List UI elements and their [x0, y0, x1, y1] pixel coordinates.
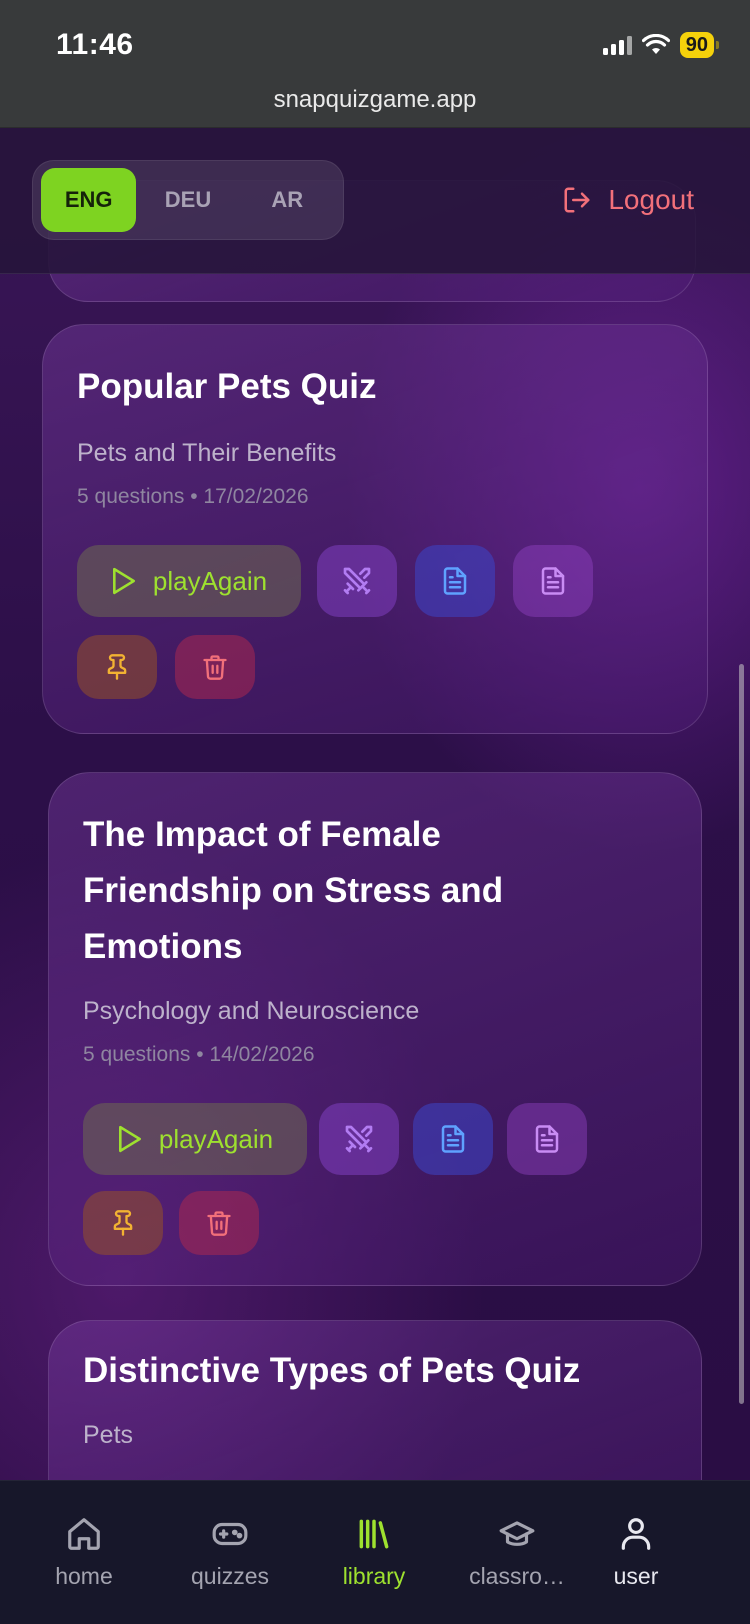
- play-icon: [118, 1125, 141, 1153]
- notes-button[interactable]: [507, 1103, 587, 1175]
- nav-label: library: [342, 1563, 406, 1589]
- play-again-button[interactable]: playAgain: [77, 545, 301, 617]
- document-text-icon: [535, 1125, 559, 1153]
- document-icon: [441, 1125, 465, 1153]
- quiz-title: Distinctive Types of Pets Quiz: [83, 1351, 581, 1390]
- document-text-icon: [541, 567, 565, 595]
- nav-item-quizzes[interactable]: quizzes: [165, 1481, 295, 1624]
- quiz-title-line: Friendship on Stress and: [83, 871, 504, 910]
- quiz-title: The Impact of Female Friendship on Stres…: [83, 807, 503, 975]
- url-bar[interactable]: snapquizgame.app: [0, 86, 750, 114]
- home-icon: [68, 1518, 100, 1550]
- pin-button[interactable]: [77, 635, 157, 699]
- quiz-topic: Pets and Their Benefits: [77, 439, 337, 467]
- nav-label: classro…: [469, 1563, 565, 1589]
- browser-chrome: 11:46 90 snapquizgame.app: [0, 0, 750, 128]
- user-icon: [621, 1518, 651, 1550]
- play-again-label: playAgain: [158, 1123, 274, 1154]
- logout-button[interactable]: Logout: [562, 184, 694, 216]
- quiz-topic: Psychology and Neuroscience: [83, 997, 420, 1025]
- graduation-cap-icon: [499, 1521, 535, 1546]
- nav-item-library[interactable]: library: [309, 1481, 439, 1624]
- cellular-signal-icon: [602, 35, 632, 55]
- crossed-swords-icon: [345, 1125, 373, 1153]
- bottom-nav: home quizzes library classro… user: [0, 1480, 750, 1624]
- quiz-title-line: Emotions: [83, 927, 243, 966]
- pin-button[interactable]: [83, 1191, 163, 1255]
- battery-indicator: 90: [679, 32, 720, 58]
- pin-icon: [113, 1210, 133, 1236]
- delete-button[interactable]: [179, 1191, 259, 1255]
- battle-button[interactable]: [319, 1103, 399, 1175]
- battle-button[interactable]: [317, 545, 397, 617]
- quiz-topic: Pets: [83, 1421, 134, 1449]
- quiz-title: Popular Pets Quiz: [77, 367, 377, 406]
- quiz-meta: 5 questions • 17/02/2026: [77, 485, 309, 508]
- gamepad-icon: [212, 1522, 248, 1546]
- document-button[interactable]: [415, 545, 495, 617]
- play-again-button[interactable]: playAgain: [83, 1103, 307, 1175]
- lang-deu-button[interactable]: DEU: [140, 168, 235, 232]
- library-icon: [359, 1519, 389, 1549]
- status-icons: 90: [602, 30, 720, 60]
- lang-ar-button[interactable]: AR: [240, 168, 335, 232]
- trash-icon: [203, 655, 227, 680]
- logout-label: Logout: [608, 184, 694, 215]
- quiz-card: Popular Pets Quiz Pets and Their Benefit…: [42, 324, 708, 734]
- nav-item-home[interactable]: home: [19, 1481, 149, 1624]
- notes-button[interactable]: [513, 545, 593, 617]
- status-time: 11:46: [56, 28, 134, 61]
- crossed-swords-icon: [343, 567, 371, 595]
- play-again-label: playAgain: [152, 565, 268, 596]
- nav-label: home: [55, 1563, 113, 1589]
- nav-label: user: [613, 1563, 659, 1589]
- logout-icon: [564, 187, 590, 213]
- quiz-card: The Impact of Female Friendship on Stres…: [48, 772, 702, 1286]
- app-header: ENG DEU AR Logout: [0, 128, 750, 274]
- play-icon: [112, 567, 135, 595]
- document-icon: [443, 567, 467, 595]
- nav-item-user[interactable]: user: [571, 1481, 701, 1624]
- quiz-meta: 5 questions • 14/02/2026: [83, 1043, 315, 1066]
- wifi-icon: [641, 34, 670, 54]
- lang-eng-button[interactable]: ENG: [41, 168, 137, 232]
- quiz-title-line: The Impact of Female: [83, 815, 441, 854]
- pin-icon: [107, 654, 127, 680]
- scrollbar[interactable]: [739, 664, 744, 1404]
- nav-label: quizzes: [191, 1563, 269, 1589]
- delete-button[interactable]: [175, 635, 255, 699]
- nav-item-classroom[interactable]: classro…: [452, 1481, 582, 1624]
- language-switcher: ENG DEU AR: [32, 160, 344, 240]
- trash-icon: [207, 1211, 231, 1236]
- document-button[interactable]: [413, 1103, 493, 1175]
